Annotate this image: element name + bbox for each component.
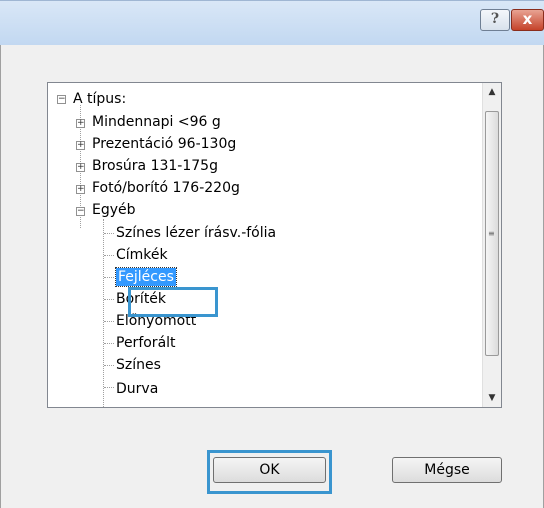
tree-connector: [104, 233, 114, 235]
close-icon: x: [522, 10, 533, 28]
tree-connector: [104, 255, 114, 257]
paper-type-tree[interactable]: − A típus: + Mindennapi <96 g + Prezentá…: [47, 82, 502, 408]
close-button[interactable]: x: [511, 9, 544, 31]
grip-icon: ≡: [488, 229, 495, 238]
tree-item-foto-borito[interactable]: Fotó/borító 176-220g: [92, 179, 240, 197]
tree-connector: [104, 365, 114, 367]
tree-connector: [104, 387, 114, 389]
tree-connector: [104, 277, 114, 279]
collapse-icon[interactable]: −: [57, 95, 66, 104]
tree-item-brosura[interactable]: Brosúra 131-175g: [92, 157, 218, 175]
tree-connector: [103, 219, 105, 407]
vertical-scrollbar[interactable]: ▲ ≡ ▼: [482, 83, 501, 407]
scroll-down-icon[interactable]: ▼: [483, 389, 501, 407]
tree-connector: [104, 321, 114, 323]
tree-item-perforalt[interactable]: Perforált: [116, 334, 176, 352]
help-icon: ?: [490, 11, 500, 27]
selection-highlight-frame: [128, 287, 218, 317]
collapse-icon[interactable]: −: [76, 207, 85, 216]
tree-item-egyeb[interactable]: Egyéb: [92, 201, 136, 219]
title-bar: ? x: [0, 0, 544, 46]
cancel-button[interactable]: Mégse: [392, 457, 502, 483]
help-button[interactable]: ?: [480, 9, 510, 31]
tree-item-mindennapi[interactable]: Mindennapi <96 g: [92, 113, 221, 131]
expand-icon[interactable]: +: [76, 185, 85, 194]
tree-item-prezentacio[interactable]: Prezentáció 96-130g: [92, 135, 236, 153]
tree-item-szines-lezer-folia[interactable]: Színes lézer írásv.-fólia: [116, 224, 276, 242]
expand-icon[interactable]: +: [76, 141, 85, 150]
scroll-up-icon[interactable]: ▲: [483, 83, 501, 101]
expand-icon[interactable]: +: [76, 119, 85, 128]
ok-button[interactable]: OK: [213, 457, 326, 483]
paper-type-dialog: ? x − A típus: + Mindennapi <96 g + Prez…: [0, 0, 544, 508]
tree-item-cimkek[interactable]: Címkék: [116, 246, 168, 264]
scrollbar-thumb[interactable]: ≡: [485, 111, 499, 356]
tree-item-fejleces[interactable]: Fejléces: [115, 267, 177, 287]
expand-icon[interactable]: +: [76, 163, 85, 172]
tree-connector: [104, 299, 114, 301]
tree-item-durva[interactable]: Durva: [116, 380, 158, 398]
tree-connector: [104, 343, 114, 345]
tree-item-szines[interactable]: Színes: [116, 356, 161, 374]
